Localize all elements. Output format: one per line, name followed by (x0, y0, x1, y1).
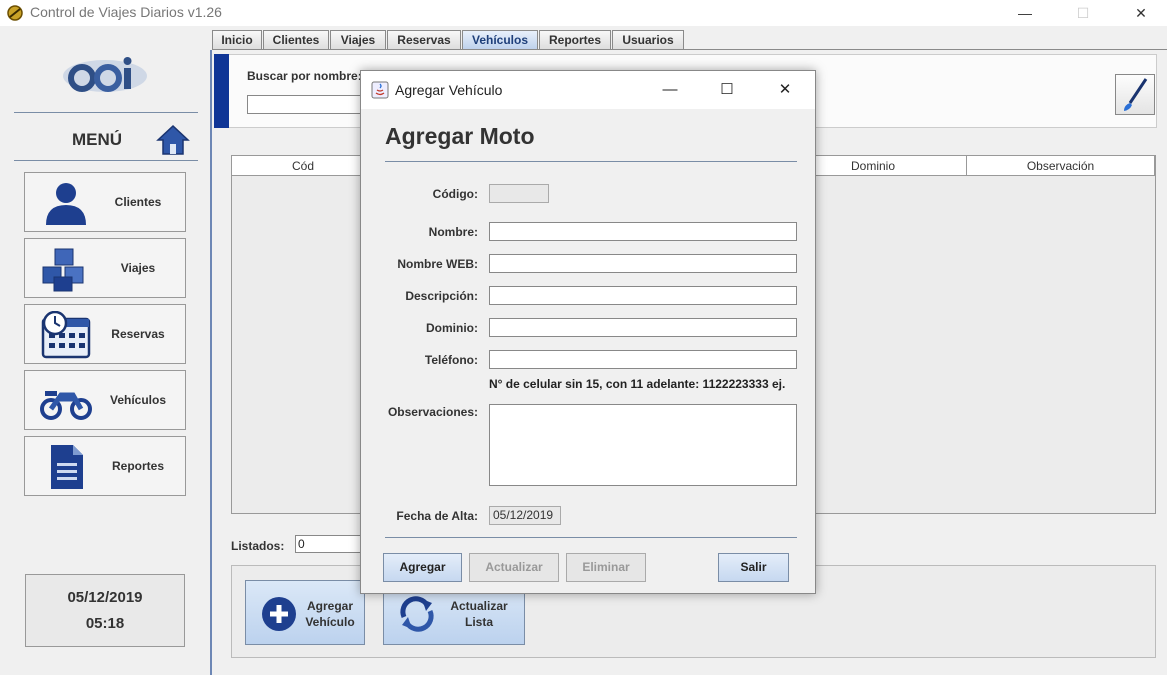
sidebar-item-clientes[interactable]: Clientes (24, 172, 186, 232)
observaciones-label: Observaciones: (387, 405, 478, 419)
sidebar-item-reservas[interactable]: Reservas (24, 304, 186, 364)
table-header-observacion[interactable]: Observación (967, 156, 1155, 176)
refresh-label-2: Lista (464, 615, 493, 629)
eliminar-button: Eliminar (566, 553, 646, 582)
sidebar-item-label: Reservas (111, 327, 165, 341)
calendar-icon (41, 311, 91, 359)
add-vehicle-label-1: Agregar (306, 599, 353, 613)
sidebar-item-label: Vehículos (109, 393, 167, 407)
sidebar-item-label: Viajes (120, 261, 156, 275)
observaciones-textarea[interactable] (489, 404, 797, 486)
document-icon (51, 445, 83, 489)
salir-button[interactable]: Salir (718, 553, 789, 582)
window-title: Control de Viajes Diarios v1.26 (30, 4, 222, 20)
telefono-field[interactable] (489, 350, 797, 369)
nombre-label: Nombre: (428, 225, 478, 239)
search-label: Buscar por nombre: (247, 69, 362, 83)
refresh-icon (400, 596, 434, 632)
tab-reportes[interactable]: Reportes (539, 30, 611, 50)
close-button[interactable]: ✕ (1118, 2, 1164, 24)
minimize-button[interactable]: — (1002, 2, 1048, 24)
fecha-alta-label: Fecha de Alta: (396, 509, 478, 523)
plus-icon (262, 597, 296, 631)
home-icon[interactable] (156, 124, 190, 156)
dialog-close-button[interactable]: ✕ (762, 77, 808, 103)
sidebar-item-vehiculos[interactable]: Vehículos (24, 370, 186, 430)
company-logo (63, 57, 147, 92)
user-icon (46, 183, 86, 225)
table-header-cod[interactable]: Cód (232, 156, 375, 176)
current-date: 05/12/2019 (67, 589, 143, 606)
nombre-web-label: Nombre WEB: (397, 257, 478, 271)
tab-viajes[interactable]: Viajes (330, 30, 386, 50)
add-vehicle-dialog: Agregar Vehículo — ☐ ✕ Agregar Moto Códi… (360, 70, 816, 594)
maximize-button[interactable]: ☐ (1060, 2, 1106, 24)
dialog-separator (385, 537, 797, 538)
tab-clientes[interactable]: Clientes (263, 30, 329, 50)
clock-panel: 05/12/2019 05:18 (25, 574, 185, 647)
menu-title: MENÚ (72, 130, 123, 149)
codigo-field (489, 184, 549, 203)
sidebar-item-viajes[interactable]: Viajes (24, 238, 186, 298)
tab-vehiculos[interactable]: Vehículos (462, 30, 538, 50)
fecha-alta-field: 05/12/2019 (489, 506, 561, 525)
telefono-label: Teléfono: (424, 353, 478, 367)
dialog-heading: Agregar Moto (385, 123, 535, 149)
add-vehicle-label-2: Vehículo (305, 615, 355, 629)
dialog-separator (385, 161, 797, 162)
nombre-field[interactable] (489, 222, 797, 241)
dialog-title: Agregar Vehículo (395, 82, 503, 98)
codigo-label: Código: (432, 187, 478, 201)
tab-reservas[interactable]: Reservas (387, 30, 461, 50)
nombre-web-field[interactable] (489, 254, 797, 273)
java-icon (371, 81, 389, 99)
sidebar-item-reportes[interactable]: Reportes (24, 436, 186, 496)
sidebar-separator (14, 160, 198, 161)
refresh-label-1: Actualizar (450, 599, 508, 613)
app-icon (7, 5, 23, 21)
listados-count: 0 (295, 535, 365, 553)
tab-usuarios[interactable]: Usuarios (612, 30, 684, 50)
theme-button[interactable] (1115, 74, 1155, 115)
search-input[interactable] (247, 95, 367, 114)
telefono-hint: N° de celular sin 15, con 11 adelante: 1… (489, 377, 786, 391)
accent-strip (214, 54, 229, 128)
sidebar-item-label: Reportes (111, 459, 164, 473)
agregar-button[interactable]: Agregar (383, 553, 462, 582)
sidebar-separator (14, 112, 198, 113)
sidebar-item-label: Clientes (114, 195, 162, 209)
descripcion-label: Descripción: (405, 289, 478, 303)
brush-icon (1124, 78, 1148, 111)
motorcycle-icon (40, 391, 92, 420)
dominio-field[interactable] (489, 318, 797, 337)
dominio-label: Dominio: (426, 321, 478, 335)
listados-label: Listados: (231, 539, 285, 553)
descripcion-field[interactable] (489, 286, 797, 305)
add-vehicle-button[interactable]: Agregar Vehículo (245, 580, 365, 645)
actualizar-button: Actualizar (469, 553, 559, 582)
boxes-icon (42, 248, 84, 292)
tab-inicio[interactable]: Inicio (212, 30, 262, 50)
dialog-maximize-button[interactable]: ☐ (704, 77, 750, 103)
current-time: 05:18 (85, 615, 125, 632)
dialog-minimize-button[interactable]: — (647, 77, 693, 103)
